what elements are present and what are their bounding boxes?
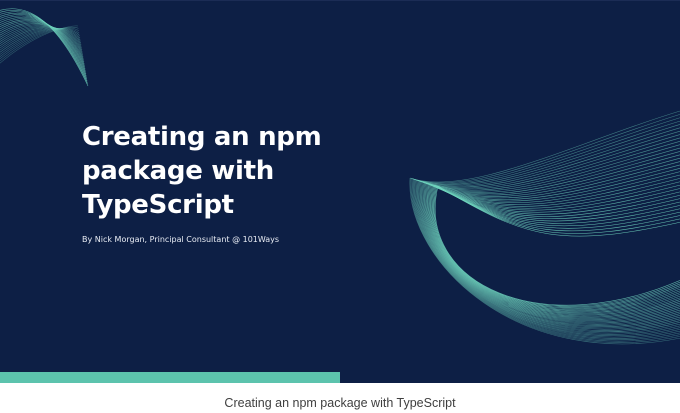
wave-pattern-right-icon xyxy=(409,110,680,345)
accent-bar xyxy=(0,372,340,383)
wave-pattern-top-left-icon xyxy=(0,8,89,87)
hero-title: Creating an npm package with TypeScript xyxy=(82,122,322,220)
figure-caption: Creating an npm package with TypeScript xyxy=(224,396,456,410)
hero-byline: By Nick Morgan, Principal Consultant @ 1… xyxy=(82,235,280,244)
hero-image: Creating an npm package with TypeScript … xyxy=(0,0,680,383)
article-figure: Creating an npm package with TypeScript … xyxy=(0,0,680,413)
